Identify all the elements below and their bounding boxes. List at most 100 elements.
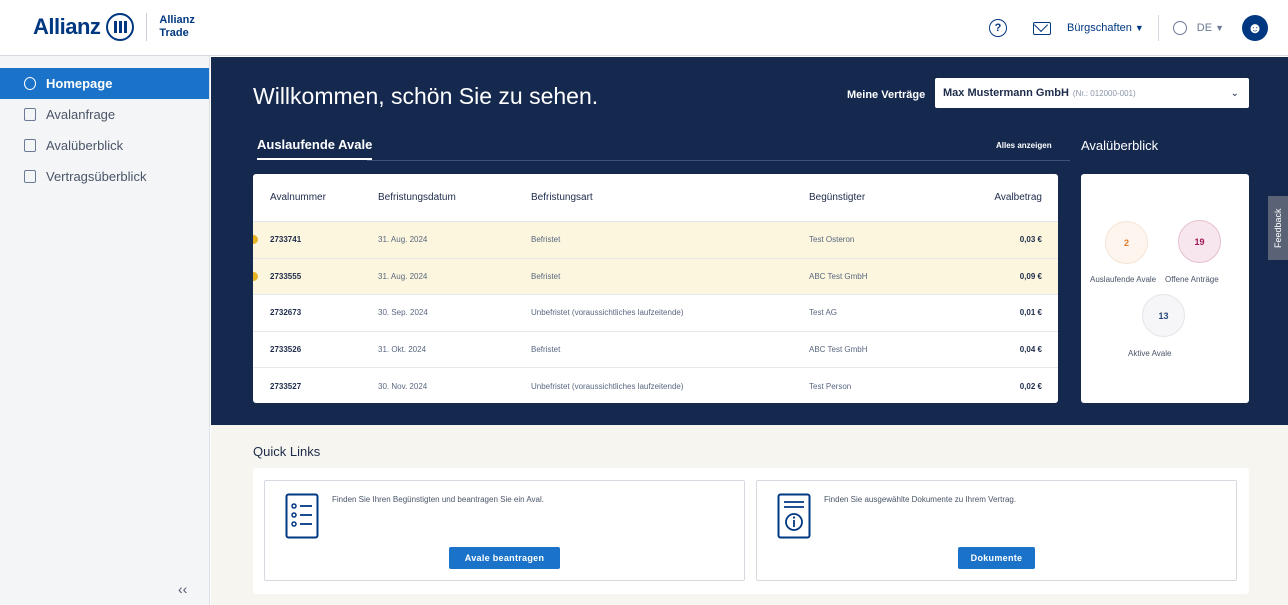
- sidebar-item-label: Homepage: [46, 76, 113, 91]
- brand-sub-line2: Trade: [159, 27, 189, 39]
- guarantees-menu-label: Bürgschaften: [1067, 22, 1132, 34]
- table-row[interactable]: 2733741 31. Aug. 2024 Befristet Test Ost…: [253, 222, 1058, 259]
- user-avatar-icon[interactable]: ☻: [1242, 15, 1268, 41]
- sidebar-item-label: Avalanfrage: [46, 107, 116, 122]
- show-all-link[interactable]: Alles anzeigen: [996, 141, 1052, 150]
- cell-amount: 0,03 €: [1019, 235, 1042, 245]
- cell-beneficiary: Test AG: [809, 308, 838, 318]
- cell-amount: 0,04 €: [1019, 344, 1042, 354]
- overview-title: Avalüberblick: [1081, 138, 1159, 153]
- documents-button[interactable]: Dokumente: [958, 547, 1035, 569]
- cell-beneficiary: Test Person: [809, 381, 852, 391]
- contract-select[interactable]: Max Mustermann GmbH (Nr.: 012000-001) ⌄: [935, 78, 1249, 108]
- quick-link-card: Finden Sie ausgewählte Dokumente zu Ihre…: [756, 480, 1237, 581]
- cell-date: 30. Sep. 2024: [378, 308, 428, 318]
- chevron-down-icon: ▼: [1134, 23, 1144, 33]
- cell-date: 30. Nov. 2024: [378, 381, 428, 391]
- logo[interactable]: Allianz Allianz Trade: [33, 13, 195, 41]
- brand-sub-line1: Allianz: [159, 14, 195, 26]
- cell-date: 31. Aug. 2024: [378, 235, 428, 245]
- top-header: Allianz Allianz Trade ? Bürgschaften ▼ DE…: [0, 0, 1288, 56]
- table-row[interactable]: 2733555 31. Aug. 2024 Befristet ABC Test…: [253, 258, 1058, 295]
- cell-date: 31. Okt. 2024: [378, 344, 427, 354]
- cell-beneficiary: Test Osteron: [809, 235, 855, 245]
- document-info-icon: [777, 493, 811, 539]
- sidebar-item-avalanfrage[interactable]: Avalanfrage: [0, 99, 209, 130]
- cell-nr: 2732673: [270, 308, 302, 318]
- guarantees-menu[interactable]: Bürgschaften ▼: [1067, 22, 1144, 34]
- cell-type: Unbefristet (voraussichtliches laufzeite…: [531, 381, 684, 391]
- sidebar-item-vertragsueberblick[interactable]: Vertragsüberblick: [0, 161, 209, 192]
- quick-links-section: Quick Links Finden Sie Ihren Begünstigte…: [211, 425, 1288, 605]
- cell-beneficiary: ABC Test GmbH: [809, 271, 868, 281]
- cell-nr: 2733527: [270, 381, 302, 391]
- cell-amount: 0,09 €: [1019, 271, 1042, 281]
- table-row[interactable]: 2733527 30. Nov. 2024 Unbefristet (vorau…: [253, 368, 1058, 403]
- globe-icon[interactable]: [1172, 21, 1187, 35]
- request-guarantees-button[interactable]: Avale beantragen: [449, 547, 560, 569]
- brand-divider: [146, 13, 148, 41]
- mail-icon[interactable]: [1033, 21, 1052, 35]
- cell-beneficiary: ABC Test GmbH: [809, 344, 868, 354]
- cell-nr: 2733526: [270, 344, 302, 354]
- list-icon: [285, 493, 319, 539]
- open-requests-label: Offene Anträge: [1165, 275, 1219, 284]
- tab-expiring-guarantees[interactable]: Auslaufende Avale: [257, 137, 373, 160]
- hero-panel: Willkommen, schön Sie zu sehen. Meine Ve…: [211, 57, 1288, 425]
- folder-icon: [24, 139, 36, 152]
- contract-number: (Nr.: 012000-001): [1072, 88, 1136, 98]
- brand-name: Allianz: [33, 14, 101, 39]
- collapse-sidebar-button[interactable]: ‹‹: [178, 581, 187, 597]
- table-header: Avalnummer Befristungsdatum Befristungsa…: [253, 174, 1058, 222]
- column-header[interactable]: Avalnummer: [253, 192, 378, 203]
- dashboard-icon: [24, 77, 36, 90]
- chevron-down-icon: ▼: [1215, 23, 1224, 33]
- contract-label: Meine Verträge: [847, 89, 926, 101]
- language-label: DE: [1196, 22, 1213, 34]
- column-header[interactable]: Befristungsdatum: [378, 192, 531, 203]
- header-actions: ? Bürgschaften ▼ DE ▼ ☻: [989, 0, 1268, 56]
- allianz-logo-icon: [106, 13, 135, 41]
- contract-icon: [24, 170, 36, 183]
- cell-nr: 2733741: [270, 235, 302, 245]
- sidebar-item-label: Avalüberblick: [46, 138, 124, 153]
- cell-nr: 2733555: [270, 271, 302, 281]
- overview-card: 2 19 Auslaufende Avale Offene Anträge 13…: [1081, 174, 1249, 403]
- cell-date: 31. Aug. 2024: [378, 271, 428, 281]
- contract-name: Max Mustermann GmbH: [943, 87, 1069, 99]
- expiring-guarantees-table: Avalnummer Befristungsdatum Befristungsa…: [253, 174, 1058, 403]
- active-count-badge[interactable]: 13: [1142, 294, 1185, 337]
- table-row[interactable]: 2733526 31. Okt. 2024 Befristet ABC Test…: [253, 332, 1058, 368]
- quick-links-title: Quick Links: [253, 444, 321, 459]
- feedback-tab[interactable]: Feedback: [1268, 196, 1288, 260]
- form-icon: [24, 108, 36, 121]
- chevron-down-icon: ⌄: [1230, 87, 1239, 99]
- expiring-label: Auslaufende Avale: [1090, 275, 1157, 284]
- sidebar: Homepage Avalanfrage Avalüberblick Vertr…: [0, 56, 210, 605]
- brand-subtitle: Allianz Trade: [159, 14, 194, 40]
- open-requests-badge[interactable]: 19: [1178, 220, 1221, 263]
- quick-link-text: Finden Sie Ihren Begünstigten und beantr…: [332, 495, 545, 504]
- active-label: Aktive Avale: [1128, 349, 1172, 358]
- cell-type: Befristet: [531, 344, 561, 354]
- sidebar-item-homepage[interactable]: Homepage: [0, 68, 209, 99]
- cell-type: Befristet: [531, 271, 561, 281]
- quick-link-card: Finden Sie Ihren Begünstigten und beantr…: [264, 480, 745, 581]
- cell-amount: 0,02 €: [1019, 381, 1042, 391]
- tab-divider: [367, 160, 1070, 161]
- column-header[interactable]: Avalbetrag: [949, 192, 1058, 203]
- cell-type: Unbefristet (voraussichtliches laufzeite…: [531, 308, 684, 318]
- cell-amount: 0,01 €: [1019, 308, 1042, 318]
- header-divider: [1157, 15, 1159, 41]
- sidebar-item-label: Vertragsüberblick: [46, 169, 147, 184]
- language-selector[interactable]: DE ▼: [1197, 22, 1224, 34]
- quick-links-container: Finden Sie Ihren Begünstigten und beantr…: [253, 468, 1249, 594]
- expiring-count-badge[interactable]: 2: [1105, 221, 1148, 264]
- page-title: Willkommen, schön Sie zu sehen.: [253, 83, 599, 109]
- cell-type: Befristet: [531, 235, 561, 245]
- help-icon[interactable]: ?: [989, 19, 1008, 37]
- column-header[interactable]: Begünstigter: [809, 192, 949, 203]
- column-header[interactable]: Befristungsart: [531, 192, 809, 203]
- sidebar-item-avalueberblick[interactable]: Avalüberblick: [0, 130, 209, 161]
- table-row[interactable]: 2732673 30. Sep. 2024 Unbefristet (vorau…: [253, 295, 1058, 332]
